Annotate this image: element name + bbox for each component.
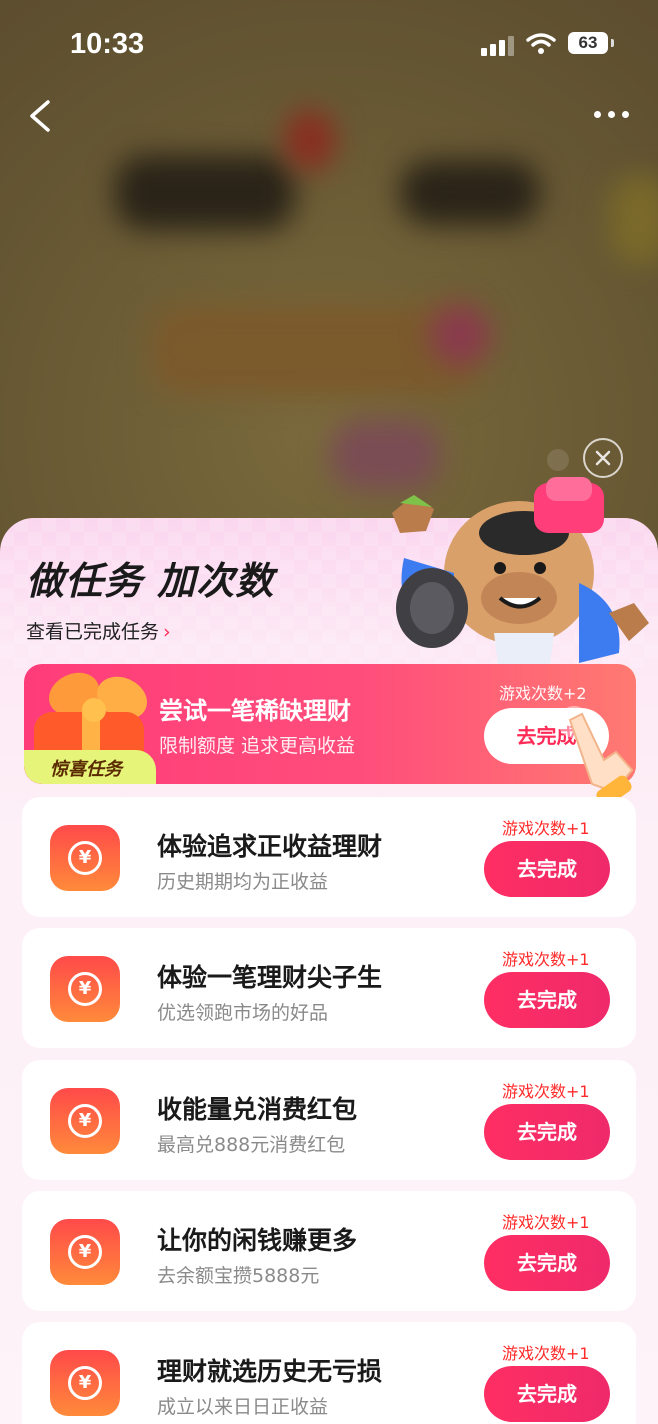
battery-level: 63 <box>578 33 598 52</box>
task-reward: 游戏次数+1 <box>502 819 590 838</box>
task-reward: 游戏次数+1 <box>502 1213 590 1232</box>
yuan-coin-icon: ¥ <box>50 825 120 891</box>
blurred-shape <box>115 155 295 230</box>
view-completed-link[interactable]: 查看已完成任务 › <box>26 617 171 644</box>
task-title: 收能量兑消费红包 <box>157 1095 358 1124</box>
featured-task-title: 尝试一笔稀缺理财 <box>159 697 351 725</box>
task-card[interactable]: ¥ 收能量兑消费红包 最高兑888元消费红包 游戏次数+1 去完成 <box>22 1060 636 1180</box>
signal-icon <box>481 34 517 56</box>
go-complete-button[interactable]: 去完成 <box>484 1235 610 1291</box>
go-complete-button[interactable]: 去完成 <box>484 972 610 1028</box>
blurred-shape <box>285 110 335 170</box>
task-reward: 游戏次数+1 <box>502 1082 590 1101</box>
sheet-title: 做任务 加次数 <box>26 559 275 603</box>
task-description: 最高兑888元消费红包 <box>157 1134 346 1156</box>
wifi-icon <box>526 33 556 54</box>
go-complete-button[interactable]: 去完成 <box>484 1104 610 1160</box>
status-time: 10:33 <box>70 28 145 60</box>
blurred-shape <box>610 175 658 265</box>
blurred-shape <box>430 305 490 365</box>
task-reward: 游戏次数+1 <box>502 950 590 969</box>
close-icon[interactable] <box>583 438 623 478</box>
badge-label: 惊喜任务 <box>50 759 122 780</box>
view-completed-label: 查看已完成任务 <box>26 621 160 643</box>
go-complete-button[interactable]: 去完成 <box>484 1366 610 1422</box>
task-title: 体验追求正收益理财 <box>157 832 383 861</box>
blurred-shape <box>150 305 480 395</box>
task-description: 历史期期均为正收益 <box>157 871 329 893</box>
chevron-left-icon[interactable] <box>22 96 62 136</box>
task-description: 成立以来日日正收益 <box>157 1396 329 1418</box>
pointing-hand-icon <box>558 706 634 805</box>
mascot-illustration <box>392 477 649 673</box>
task-title: 体验一笔理财尖子生 <box>157 963 383 992</box>
task-title: 理财就选历史无亏损 <box>157 1357 383 1386</box>
task-title: 让你的闲钱赚更多 <box>157 1226 358 1255</box>
go-complete-button[interactable]: 去完成 <box>484 841 610 897</box>
yuan-coin-icon: ¥ <box>50 1219 120 1285</box>
task-reward: 游戏次数+1 <box>502 1344 590 1363</box>
yuan-coin-icon: ¥ <box>50 956 120 1022</box>
task-card[interactable]: ¥ 体验追求正收益理财 历史期期均为正收益 游戏次数+1 去完成 <box>22 797 636 917</box>
task-card[interactable]: ¥ 理财就选历史无亏损 成立以来日日正收益 游戏次数+1 去完成 <box>22 1322 636 1424</box>
surprise-task-badge: 惊喜任务 <box>24 750 156 784</box>
more-horizontal-icon[interactable] <box>590 103 634 127</box>
featured-task-description: 限制额度 追求更高收益 <box>159 735 356 757</box>
status-bar: 10:33 63 <box>0 0 658 90</box>
battery-icon: 63 <box>568 32 614 54</box>
task-description: 去余额宝攒5888元 <box>157 1265 320 1287</box>
chevron-right-icon: › <box>163 621 171 643</box>
task-card[interactable]: ¥ 让你的闲钱赚更多 去余额宝攒5888元 游戏次数+1 去完成 <box>22 1191 636 1311</box>
task-description: 优选领跑市场的好品 <box>157 1002 329 1024</box>
task-card[interactable]: ¥ 体验一笔理财尖子生 优选领跑市场的好品 游戏次数+1 去完成 <box>22 928 636 1048</box>
decorative-dot <box>547 449 569 471</box>
featured-task-card[interactable]: 惊喜任务 尝试一笔稀缺理财 限制额度 追求更高收益 游戏次数+2 去完成 <box>24 664 636 784</box>
yuan-coin-icon: ¥ <box>50 1350 120 1416</box>
blurred-shape <box>400 160 540 225</box>
yuan-coin-icon: ¥ <box>50 1088 120 1154</box>
